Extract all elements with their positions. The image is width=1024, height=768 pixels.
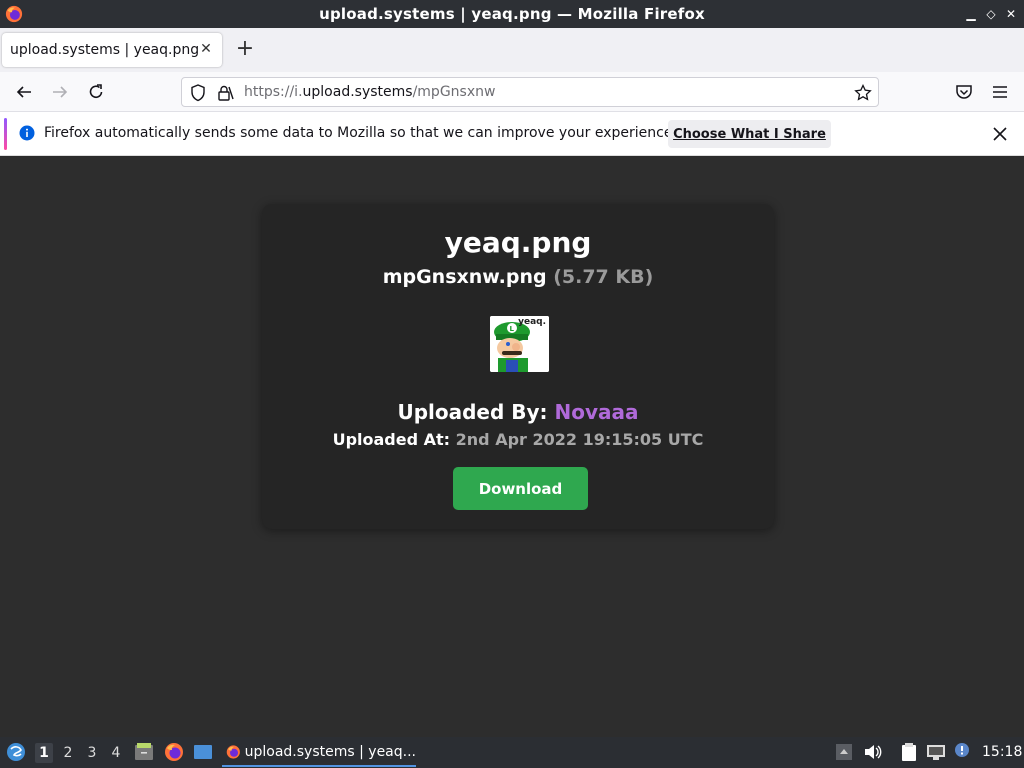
close-notification-icon[interactable] xyxy=(990,124,1010,144)
tab-strip: upload.systems | yeaq.png ✕ xyxy=(0,28,1024,72)
minimize-icon[interactable]: ▁ xyxy=(964,7,978,21)
pocket-button[interactable] xyxy=(952,80,976,104)
clipboard-icon[interactable] xyxy=(899,742,919,762)
window-title: upload.systems | yeaq.png — Mozilla Fire… xyxy=(319,5,705,23)
notification-accent xyxy=(4,118,7,150)
menu-button[interactable] xyxy=(988,80,1012,104)
forward-button[interactable] xyxy=(48,80,72,104)
image-thumbnail[interactable]: L yeaq. xyxy=(490,316,549,372)
forward-arrow-icon xyxy=(53,86,68,98)
notification-alert-icon[interactable] xyxy=(952,742,972,762)
url-path: /mpGnsxnw xyxy=(412,84,496,100)
tray-arrow-icon[interactable] xyxy=(834,742,854,762)
back-button[interactable] xyxy=(12,80,36,104)
volume-icon[interactable] xyxy=(862,742,882,762)
navigation-bar: https://i.upload.systems/mpGnsxnw xyxy=(0,72,1024,112)
start-menu-icon[interactable] xyxy=(6,742,26,762)
firefox-task-icon xyxy=(226,745,240,759)
file-card: yeaq.png mpGnsxnw.png (5.77 KB) L yeaq. xyxy=(262,204,774,529)
uploaded-by-label: Uploaded By: xyxy=(397,400,548,424)
firefox-launcher-icon[interactable] xyxy=(164,742,184,762)
file-manager-icon[interactable] xyxy=(134,742,154,762)
maximize-icon[interactable]: ◇ xyxy=(984,7,998,21)
page-content: yeaq.png mpGnsxnw.png (5.77 KB) L yeaq. xyxy=(0,157,1024,737)
pocket-icon xyxy=(956,85,972,99)
shield-icon[interactable] xyxy=(190,84,206,102)
hamburger-menu-icon xyxy=(993,86,1007,98)
uploaded-at-label: Uploaded At: xyxy=(332,430,451,449)
uploaded-at-line: Uploaded At: 2nd Apr 2022 19:15:05 UTC xyxy=(262,430,774,449)
clock: 15:18 xyxy=(982,744,1023,760)
download-label: Download xyxy=(478,479,563,498)
lock-icon[interactable] xyxy=(216,84,234,102)
url-scheme: https://i. xyxy=(244,84,303,100)
file-subtitle: mpGnsxnw.png (5.77 KB) xyxy=(262,266,774,288)
svg-text:L: L xyxy=(510,325,515,333)
stored-filename: mpGnsxnw.png xyxy=(382,266,547,288)
show-desktop-icon[interactable] xyxy=(193,742,213,762)
file-size: (5.77 KB) xyxy=(553,266,654,288)
url-bar[interactable]: https://i.upload.systems/mpGnsxnw xyxy=(181,77,879,107)
url-text[interactable]: https://i.upload.systems/mpGnsxnw xyxy=(244,84,495,100)
uploaded-by-line: Uploaded By: Novaaa xyxy=(262,400,774,424)
firefox-icon xyxy=(5,5,23,23)
workspace-1[interactable]: 1 xyxy=(35,743,53,763)
close-tab-icon[interactable]: ✕ xyxy=(198,41,214,57)
data-notification-bar: Firefox automatically sends some data to… xyxy=(0,112,1024,156)
choose-button-label: Choose What I Share xyxy=(673,126,826,142)
close-window-icon[interactable]: ✕ xyxy=(1004,7,1018,21)
info-icon xyxy=(19,125,35,141)
thumbnail-watermark: yeaq. xyxy=(518,317,546,327)
notification-message: Firefox automatically sends some data to… xyxy=(44,125,677,141)
download-button[interactable]: Download xyxy=(453,467,588,510)
workspace-3[interactable]: 3 xyxy=(83,743,101,763)
reload-icon xyxy=(89,84,103,98)
tab-upload-systems[interactable]: upload.systems | yeaq.png ✕ xyxy=(2,33,222,67)
url-host: upload.systems xyxy=(302,84,413,100)
reload-button[interactable] xyxy=(84,80,108,104)
task-label: upload.systems | yeaq... xyxy=(244,744,416,760)
file-title: yeaq.png xyxy=(444,226,592,259)
choose-what-i-share-button[interactable]: Choose What I Share xyxy=(668,120,831,148)
network-icon[interactable] xyxy=(926,742,946,762)
workspace-2[interactable]: 2 xyxy=(59,743,77,763)
taskbar-window-firefox[interactable]: upload.systems | yeaq... xyxy=(222,739,416,767)
bookmark-star-icon[interactable] xyxy=(854,84,872,102)
back-arrow-icon xyxy=(16,86,31,98)
workspace-4[interactable]: 4 xyxy=(107,743,125,763)
window-titlebar: upload.systems | yeaq.png — Mozilla Fire… xyxy=(0,0,1024,28)
taskbar: 1 2 3 4 upload.systems | yeaq... 15:18 xyxy=(0,737,1024,768)
upload-date: 2nd Apr 2022 19:15:05 UTC xyxy=(455,430,704,449)
tab-label: upload.systems | yeaq.png xyxy=(10,42,200,58)
uploader-name: Novaaa xyxy=(554,400,639,424)
new-tab-button[interactable]: + xyxy=(234,38,256,60)
